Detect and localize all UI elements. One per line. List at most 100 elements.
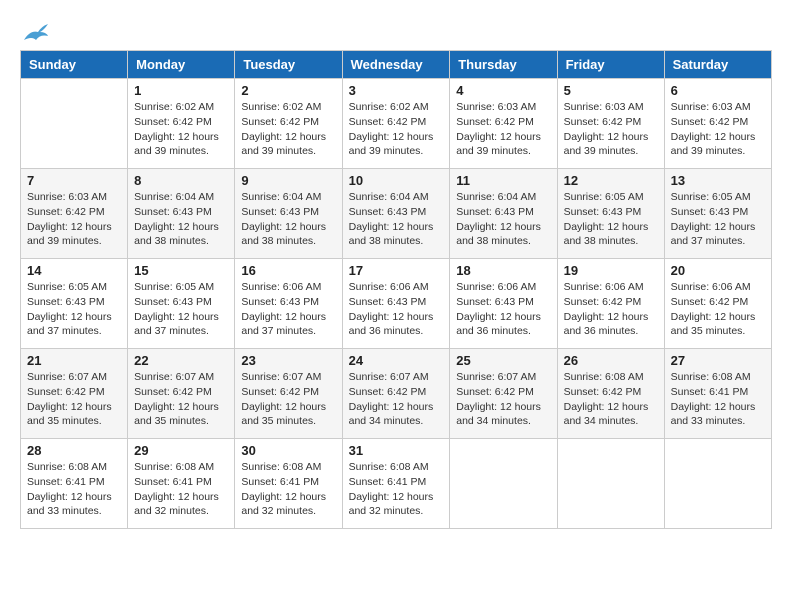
calendar-cell: 12 Sunrise: 6:05 AM Sunset: 6:43 PM Dayli… [557,169,664,259]
day-number: 23 [241,353,335,368]
calendar-cell: 27 Sunrise: 6:08 AM Sunset: 6:41 PM Dayli… [664,349,771,439]
day-number: 11 [456,173,550,188]
day-number: 13 [671,173,765,188]
calendar-cell: 24 Sunrise: 6:07 AM Sunset: 6:42 PM Dayli… [342,349,450,439]
calendar-cell: 7Sunrise: 6:03 AM Sunset: 6:42 PM Daylig… [21,169,128,259]
day-number: 20 [671,263,765,278]
calendar-cell: 16 Sunrise: 6:06 AM Sunset: 6:43 PM Dayli… [235,259,342,349]
day-number: 1 [134,83,228,98]
day-info: Sunrise: 6:07 AM Sunset: 6:42 PM Dayligh… [27,370,121,429]
day-number: 19 [564,263,658,278]
day-info: Sunrise: 6:08 AM Sunset: 6:41 PM Dayligh… [671,370,765,429]
calendar-cell: 13 Sunrise: 6:05 AM Sunset: 6:43 PM Dayli… [664,169,771,259]
calendar-cell: 9 Sunrise: 6:04 AM Sunset: 6:43 PM Daylig… [235,169,342,259]
day-number: 14 [27,263,121,278]
calendar-header-saturday: Saturday [664,51,771,79]
day-number: 6 [671,83,765,98]
day-info: Sunrise: 6:07 AM Sunset: 6:42 PM Dayligh… [241,370,335,429]
page-header [20,20,772,40]
calendar-cell: 11 Sunrise: 6:04 AM Sunset: 6:43 PM Dayli… [450,169,557,259]
week-row-4: 21 Sunrise: 6:07 AM Sunset: 6:42 PM Dayli… [21,349,772,439]
calendar-cell: 4Sunrise: 6:03 AM Sunset: 6:42 PM Daylig… [450,79,557,169]
day-info: Sunrise: 6:02 AM Sunset: 6:42 PM Dayligh… [134,100,228,159]
calendar-cell: 22 Sunrise: 6:07 AM Sunset: 6:42 PM Dayli… [128,349,235,439]
day-info: Sunrise: 6:05 AM Sunset: 6:43 PM Dayligh… [564,190,658,249]
calendar-header-friday: Friday [557,51,664,79]
day-info: Sunrise: 6:07 AM Sunset: 6:42 PM Dayligh… [349,370,444,429]
calendar-cell: 19 Sunrise: 6:06 AM Sunset: 6:42 PM Dayli… [557,259,664,349]
day-info: Sunrise: 6:06 AM Sunset: 6:42 PM Dayligh… [564,280,658,339]
calendar-header-monday: Monday [128,51,235,79]
day-number: 22 [134,353,228,368]
calendar-cell: 23 Sunrise: 6:07 AM Sunset: 6:42 PM Dayli… [235,349,342,439]
day-number: 10 [349,173,444,188]
calendar-cell: 6Sunrise: 6:03 AM Sunset: 6:42 PM Daylig… [664,79,771,169]
calendar-cell: 2 Sunrise: 6:02 AM Sunset: 6:42 PM Daylig… [235,79,342,169]
day-info: Sunrise: 6:06 AM Sunset: 6:43 PM Dayligh… [241,280,335,339]
calendar-header-tuesday: Tuesday [235,51,342,79]
day-number: 5 [564,83,658,98]
calendar-cell: 28 Sunrise: 6:08 AM Sunset: 6:41 PM Dayli… [21,439,128,529]
day-info: Sunrise: 6:08 AM Sunset: 6:41 PM Dayligh… [241,460,335,519]
day-info: Sunrise: 6:04 AM Sunset: 6:43 PM Dayligh… [134,190,228,249]
calendar-cell [664,439,771,529]
calendar-cell: 8 Sunrise: 6:04 AM Sunset: 6:43 PM Daylig… [128,169,235,259]
day-number: 7 [27,173,121,188]
day-number: 17 [349,263,444,278]
calendar-cell: 20 Sunrise: 6:06 AM Sunset: 6:42 PM Dayli… [664,259,771,349]
day-number: 16 [241,263,335,278]
day-info: Sunrise: 6:08 AM Sunset: 6:42 PM Dayligh… [564,370,658,429]
calendar-cell: 14 Sunrise: 6:05 AM Sunset: 6:43 PM Dayli… [21,259,128,349]
day-number: 31 [349,443,444,458]
day-number: 21 [27,353,121,368]
calendar-cell: 18 Sunrise: 6:06 AM Sunset: 6:43 PM Dayli… [450,259,557,349]
day-number: 8 [134,173,228,188]
week-row-2: 7Sunrise: 6:03 AM Sunset: 6:42 PM Daylig… [21,169,772,259]
day-info: Sunrise: 6:05 AM Sunset: 6:43 PM Dayligh… [27,280,121,339]
day-number: 9 [241,173,335,188]
day-number: 18 [456,263,550,278]
logo [20,20,50,40]
calendar-cell [450,439,557,529]
day-info: Sunrise: 6:02 AM Sunset: 6:42 PM Dayligh… [349,100,444,159]
calendar-header-sunday: Sunday [21,51,128,79]
calendar-cell: 3 Sunrise: 6:02 AM Sunset: 6:42 PM Daylig… [342,79,450,169]
day-info: Sunrise: 6:02 AM Sunset: 6:42 PM Dayligh… [241,100,335,159]
calendar-cell: 5Sunrise: 6:03 AM Sunset: 6:42 PM Daylig… [557,79,664,169]
calendar-cell: 15Sunrise: 6:05 AM Sunset: 6:43 PM Dayli… [128,259,235,349]
calendar-header-row: SundayMondayTuesdayWednesdayThursdayFrid… [21,51,772,79]
calendar-cell [21,79,128,169]
day-number: 3 [349,83,444,98]
calendar-header-thursday: Thursday [450,51,557,79]
day-number: 12 [564,173,658,188]
day-info: Sunrise: 6:07 AM Sunset: 6:42 PM Dayligh… [134,370,228,429]
day-number: 30 [241,443,335,458]
day-number: 15 [134,263,228,278]
day-info: Sunrise: 6:07 AM Sunset: 6:42 PM Dayligh… [456,370,550,429]
day-number: 28 [27,443,121,458]
calendar-cell [557,439,664,529]
day-info: Sunrise: 6:05 AM Sunset: 6:43 PM Dayligh… [671,190,765,249]
day-info: Sunrise: 6:06 AM Sunset: 6:43 PM Dayligh… [456,280,550,339]
week-row-3: 14 Sunrise: 6:05 AM Sunset: 6:43 PM Dayli… [21,259,772,349]
week-row-5: 28 Sunrise: 6:08 AM Sunset: 6:41 PM Dayli… [21,439,772,529]
day-info: Sunrise: 6:04 AM Sunset: 6:43 PM Dayligh… [241,190,335,249]
calendar-cell: 1 Sunrise: 6:02 AM Sunset: 6:42 PM Daylig… [128,79,235,169]
calendar-cell: 21 Sunrise: 6:07 AM Sunset: 6:42 PM Dayli… [21,349,128,439]
week-row-1: 1 Sunrise: 6:02 AM Sunset: 6:42 PM Daylig… [21,79,772,169]
calendar-cell: 30 Sunrise: 6:08 AM Sunset: 6:41 PM Dayli… [235,439,342,529]
day-info: Sunrise: 6:08 AM Sunset: 6:41 PM Dayligh… [27,460,121,519]
day-number: 24 [349,353,444,368]
calendar-table: SundayMondayTuesdayWednesdayThursdayFrid… [20,50,772,529]
day-info: Sunrise: 6:04 AM Sunset: 6:43 PM Dayligh… [349,190,444,249]
day-number: 2 [241,83,335,98]
calendar-cell: 26Sunrise: 6:08 AM Sunset: 6:42 PM Dayli… [557,349,664,439]
day-info: Sunrise: 6:04 AM Sunset: 6:43 PM Dayligh… [456,190,550,249]
day-info: Sunrise: 6:08 AM Sunset: 6:41 PM Dayligh… [134,460,228,519]
day-number: 27 [671,353,765,368]
day-info: Sunrise: 6:06 AM Sunset: 6:42 PM Dayligh… [671,280,765,339]
calendar-cell: 29Sunrise: 6:08 AM Sunset: 6:41 PM Dayli… [128,439,235,529]
calendar-cell: 31Sunrise: 6:08 AM Sunset: 6:41 PM Dayli… [342,439,450,529]
logo-bird-icon [22,22,50,44]
calendar-cell: 25Sunrise: 6:07 AM Sunset: 6:42 PM Dayli… [450,349,557,439]
